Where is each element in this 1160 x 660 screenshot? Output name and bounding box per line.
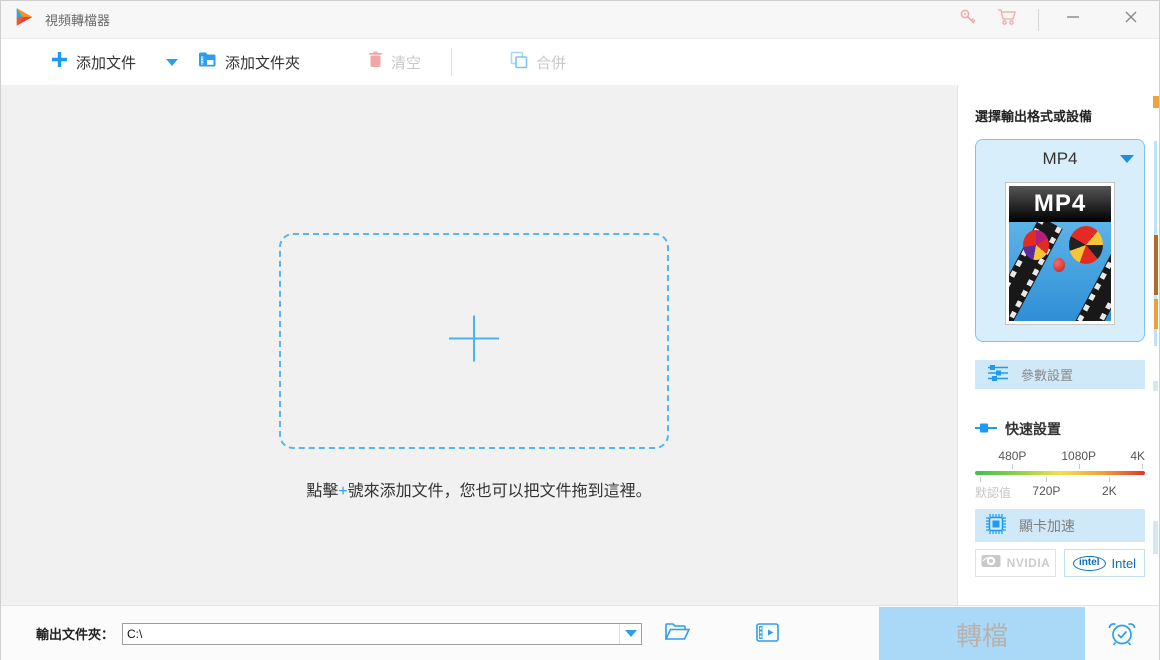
balloon-graphic (1023, 230, 1050, 260)
slider-label-4k: 4K (1130, 449, 1146, 463)
close-icon (1123, 9, 1139, 30)
slider-tick (1078, 464, 1080, 469)
parameter-settings-button[interactable]: 參數設置 (975, 360, 1146, 389)
gpu-acceleration-header[interactable]: 顯卡加速 (975, 509, 1146, 542)
sliders-icon (987, 364, 1009, 385)
chevron-down-icon (166, 58, 179, 66)
alarm-clock-icon (1107, 620, 1137, 651)
merge-label: 合併 (536, 54, 567, 72)
clear-button[interactable]: 清空 (358, 39, 431, 85)
main-panel: 點擊+號來添加文件，您也可以把文件拖到這裡。 (1, 85, 957, 605)
open-output-video-button[interactable] (756, 622, 779, 645)
schedule-button[interactable] (1107, 620, 1137, 651)
chevron-down-icon (624, 630, 637, 637)
nvidia-logo-icon (981, 554, 1001, 573)
file-drop-zone[interactable] (279, 233, 669, 449)
thumbnail-format-label: MP4 (1033, 190, 1087, 217)
add-file-label: 添加文件 (76, 54, 137, 72)
add-file-button[interactable]: 添加文件 (41, 39, 146, 85)
add-file-dropdown-button[interactable] (160, 39, 184, 85)
merge-button[interactable]: 合併 (500, 39, 576, 85)
next-panel-fragment (1153, 96, 1159, 108)
content-area: 點擊+號來添加文件，您也可以把文件拖到這裡。 選擇輸出格式或設備 MP4 MP4 (1, 85, 1159, 605)
next-panel-fragment (1153, 381, 1159, 391)
key-icon (958, 7, 978, 32)
slider-label-1080p: 1080P (1061, 449, 1097, 463)
slider-tick (1046, 477, 1048, 482)
gpu-acceleration-label: 顯卡加速 (1019, 517, 1076, 534)
parameter-settings-label: 參數設置 (1021, 368, 1074, 383)
add-folder-button[interactable]: 添加文件夾 (188, 39, 310, 85)
drop-hint-text: 點擊+號來添加文件，您也可以把文件拖到這裡。 (306, 483, 652, 500)
format-selector-card[interactable]: MP4 MP4 (975, 139, 1146, 342)
open-folder-icon (664, 622, 691, 645)
close-button[interactable] (1111, 1, 1151, 38)
slider-tick (1141, 464, 1143, 469)
footer-bar: 輸出文件夾： 轉檔 (1, 605, 1159, 660)
nvidia-button[interactable]: NVIDIA (975, 549, 1057, 577)
browse-folder-button[interactable] (664, 622, 691, 645)
intel-button[interactable]: intel Intel (1064, 549, 1146, 577)
quick-settings-header: 快速設置 (975, 419, 1144, 439)
video-folder-icon (198, 51, 217, 73)
add-folder-label: 添加文件夾 (225, 54, 301, 72)
next-panel-fragment (1154, 299, 1159, 329)
app-title: 視頻轉檔器 (45, 13, 111, 28)
cart-icon (997, 7, 1019, 32)
quality-slider: 480P 1080P 4K 默認值 720P 2K (975, 449, 1146, 500)
slider-label-default: 默認值 (975, 486, 1012, 500)
quick-settings-label: 快速設置 (1005, 421, 1062, 437)
add-plus-icon (448, 313, 500, 370)
titlebar-divider (1038, 8, 1039, 31)
format-chevron-down-icon (1120, 155, 1135, 163)
convert-button[interactable]: 轉檔 (879, 607, 1085, 660)
quality-slider-track[interactable] (975, 471, 1146, 475)
sidebar-header: 選擇輸出格式或設備 (975, 109, 1093, 124)
trash-icon (368, 51, 383, 73)
next-panel-fragment (1154, 235, 1159, 295)
minimize-icon (1065, 9, 1081, 30)
slider-tick (980, 477, 982, 482)
intel-logo-icon: intel (1072, 555, 1106, 571)
app-logo-icon (13, 6, 35, 33)
title-bar: 視頻轉檔器 (1, 1, 1159, 39)
intel-label: Intel (1111, 555, 1137, 571)
slider-tick (1012, 464, 1014, 469)
output-path-input[interactable] (123, 623, 620, 644)
output-path-dropdown-button[interactable] (619, 623, 641, 644)
minimize-button[interactable] (1053, 1, 1093, 38)
thumbnail-format-banner: MP4 (1009, 186, 1112, 222)
balloon-graphic (1053, 258, 1066, 272)
selected-format-label: MP4 (1042, 149, 1078, 168)
plus-icon (51, 51, 68, 73)
quick-slider-icon (975, 421, 998, 437)
slider-label-720p: 720P (1032, 484, 1061, 498)
toolbar-divider (451, 48, 453, 76)
balloon-graphic (1069, 226, 1104, 264)
toolbar: 添加文件 添加文件夾 清空 合併 (1, 39, 1159, 85)
output-format-sidebar: 選擇輸出格式或設備 MP4 MP4 參數設置 快速設置 480P 1080P 4… (957, 85, 1152, 605)
slider-tick (1109, 477, 1111, 482)
chip-icon (985, 513, 1007, 538)
merge-icon (510, 51, 528, 74)
video-file-icon (756, 622, 779, 645)
gpu-vendor-buttons: NVIDIA intel Intel (975, 549, 1146, 577)
register-key-button[interactable] (948, 1, 988, 38)
format-thumbnail: MP4 (1005, 182, 1116, 325)
nvidia-label: NVIDIA (1006, 556, 1051, 570)
store-cart-button[interactable] (988, 1, 1028, 38)
next-panel-edge (1151, 85, 1159, 605)
slider-label-480p: 480P (998, 449, 1027, 463)
next-panel-fragment (1153, 521, 1159, 554)
output-folder-label: 輸出文件夾： (36, 627, 115, 642)
output-path-combobox (122, 622, 643, 645)
slider-label-2k: 2K (1101, 484, 1117, 498)
clear-label: 清空 (391, 54, 422, 72)
